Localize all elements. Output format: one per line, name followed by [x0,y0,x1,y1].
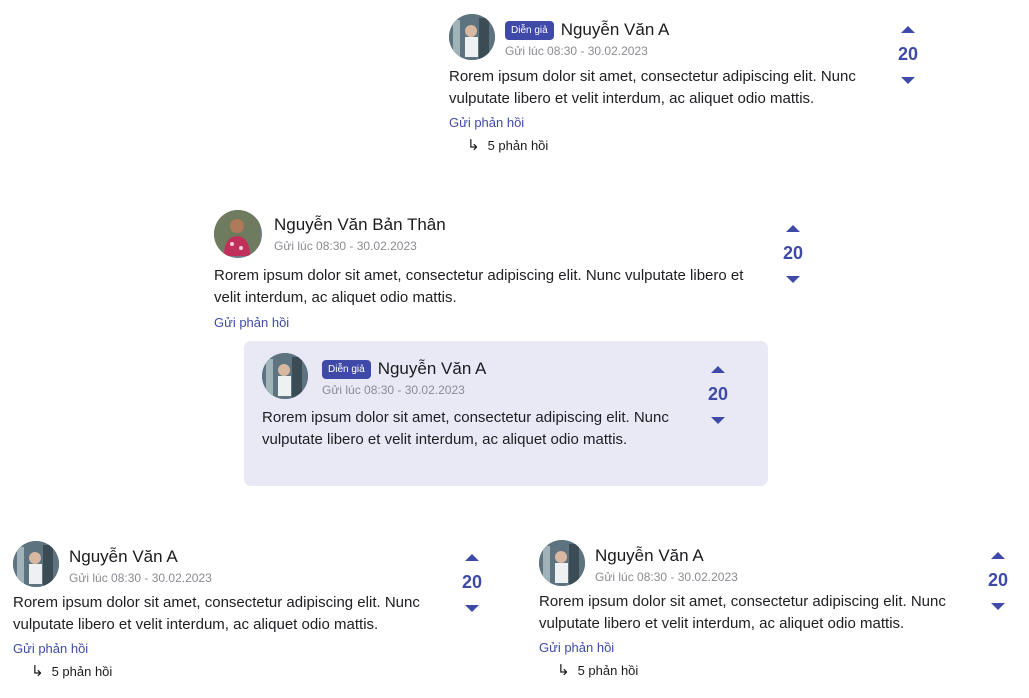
author-name[interactable]: Nguyễn Văn A [561,20,670,40]
caret-down-icon[interactable] [465,605,479,612]
caret-up-icon[interactable] [786,225,800,232]
avatar[interactable] [449,14,495,60]
timestamp: Gửi lúc 08:30 - 30.02.2023 [322,383,465,397]
vote-count: 20 [782,243,804,263]
comment-speaker-top: Diễn giả Nguyễn Văn A Gửi lúc 08:30 - 30… [449,14,879,154]
comment-text: Rorem ipsum dolor sit amet, consectetur … [449,68,856,107]
comment-text: Rorem ipsum dolor sit amet, consectetur … [262,409,669,448]
author-name[interactable]: Nguyễn Văn A [378,359,487,379]
vote-count: 20 [987,570,1009,590]
nested-reply: Diễn giả Nguyễn Văn A Gửi lúc 08:30 - 30… [244,341,768,486]
replies-count: 5 phản hồi [577,662,639,678]
vote-widget: 20 [773,225,813,283]
speaker-badge: Diễn giả [505,20,554,40]
vote-widget: 20 [888,26,928,84]
comment-header: Nguyễn Văn A Gửi lúc 08:30 - 30.02.2023 [539,540,969,588]
timestamp: Gửi lúc 08:30 - 30.02.2023 [274,239,417,253]
caret-down-icon[interactable] [991,603,1005,610]
reply-button[interactable]: Gửi phản hồi [449,115,879,130]
caret-up-icon[interactable] [465,554,479,561]
caret-up-icon[interactable] [991,552,1005,559]
caret-down-icon[interactable] [786,276,800,283]
comment-header: Nguyễn Văn Bản Thân Gửi lúc 08:30 - 30.0… [214,210,774,260]
caret-up-icon[interactable] [901,26,915,33]
timestamp: Gửi lúc 08:30 - 30.02.2023 [505,44,648,58]
view-replies-link[interactable]: ↳ 5 phản hồi [557,661,969,679]
comment-bottom-right: Nguyễn Văn A Gửi lúc 08:30 - 30.02.2023 … [539,540,969,679]
avatar[interactable] [214,210,262,258]
reply-button[interactable]: Gửi phản hồi [539,640,969,655]
replies-count: 5 phản hồi [51,663,113,679]
caret-down-icon[interactable] [711,417,725,424]
comment-header: Diễn giả Nguyễn Văn A Gửi lúc 08:30 - 30… [262,353,672,401]
timestamp: Gửi lúc 08:30 - 30.02.2023 [595,570,738,584]
comment-text: Rorem ipsum dolor sit amet, consectetur … [214,267,744,306]
view-replies-link[interactable]: ↳ 5 phản hồi [467,136,879,154]
view-replies-link[interactable]: ↳ 5 phản hồi [31,662,443,680]
reply-arrow-icon: ↳ [467,137,480,154]
comment-text: Rorem ipsum dolor sit amet, consectetur … [13,594,420,633]
avatar[interactable] [262,353,308,399]
author-name[interactable]: Nguyễn Văn A [595,546,704,566]
avatar[interactable] [13,541,59,587]
vote-widget: 20 [978,552,1018,610]
comment-own: Nguyễn Văn Bản Thân Gửi lúc 08:30 - 30.0… [214,210,774,330]
speaker-badge: Diễn giả [322,359,371,379]
caret-down-icon[interactable] [901,77,915,84]
comment-nested-speaker: Diễn giả Nguyễn Văn A Gửi lúc 08:30 - 30… [262,353,672,451]
vote-count: 20 [707,384,729,404]
comment-header: Nguyễn Văn A Gửi lúc 08:30 - 30.02.2023 [13,541,443,589]
reply-button[interactable]: Gửi phản hồi [214,315,774,330]
caret-up-icon[interactable] [711,366,725,373]
author-name[interactable]: Nguyễn Văn Bản Thân [274,215,446,235]
reply-button[interactable]: Gửi phản hồi [13,641,443,656]
vote-widget: 20 [452,554,492,612]
avatar[interactable] [539,540,585,586]
reply-arrow-icon: ↳ [31,663,44,680]
vote-widget: 20 [698,366,738,424]
comment-header: Diễn giả Nguyễn Văn A Gửi lúc 08:30 - 30… [449,14,879,62]
comment-text: Rorem ipsum dolor sit amet, consectetur … [539,593,946,632]
timestamp: Gửi lúc 08:30 - 30.02.2023 [69,571,212,585]
vote-count: 20 [897,44,919,64]
comment-bottom-left: Nguyễn Văn A Gửi lúc 08:30 - 30.02.2023 … [13,541,443,680]
reply-arrow-icon: ↳ [557,662,570,679]
replies-count: 5 phản hồi [487,137,549,153]
vote-count: 20 [461,572,483,592]
author-name[interactable]: Nguyễn Văn A [69,547,178,567]
